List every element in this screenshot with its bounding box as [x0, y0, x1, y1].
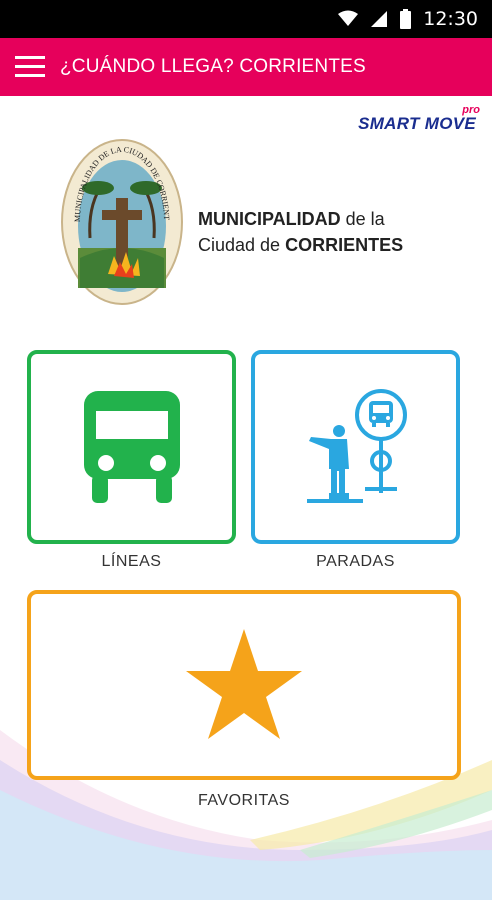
municipality-crest: MUNICIPALIDAD DE LA CIUDAD DE CORRIENTES	[60, 138, 183, 305]
smart-move-logo: pro SMART MOVE	[340, 104, 480, 133]
hamburger-icon	[15, 56, 45, 77]
favoritas-label: FAVORITAS	[198, 792, 290, 809]
bus-icon	[83, 391, 180, 503]
muni-line2-rest: Ciudad de	[198, 235, 286, 255]
battery-icon	[400, 9, 412, 29]
menu-button[interactable]	[0, 38, 60, 96]
favoritas-button[interactable]	[27, 590, 461, 780]
app-bar: ¿CUÁNDO LLEGA? CORRIENTES	[0, 38, 492, 96]
wifi-icon	[338, 10, 359, 26]
paradas-button[interactable]	[251, 350, 460, 544]
status-time: 12:30	[423, 8, 478, 30]
star-icon	[186, 629, 302, 739]
muni-line1-rest: de la	[340, 209, 385, 229]
lineas-button[interactable]	[27, 350, 236, 544]
brand-name: SMART MOVE	[358, 114, 476, 133]
muni-line1-bold: MUNICIPALIDAD	[198, 209, 341, 229]
bus-stop-icon	[306, 389, 407, 503]
paradas-label: PARADAS	[316, 553, 395, 570]
status-bar: 12:30	[0, 0, 492, 38]
app-title: ¿CUÁNDO LLEGA? CORRIENTES	[60, 56, 366, 77]
status-icons: 12:30	[338, 8, 478, 30]
lineas-label: LÍNEAS	[101, 553, 162, 570]
signal-icon	[371, 11, 388, 27]
municipality-title: MUNICIPALIDAD de la Ciudad de CORRIENTES	[198, 206, 403, 258]
muni-line2-bold: CORRIENTES	[285, 235, 404, 255]
